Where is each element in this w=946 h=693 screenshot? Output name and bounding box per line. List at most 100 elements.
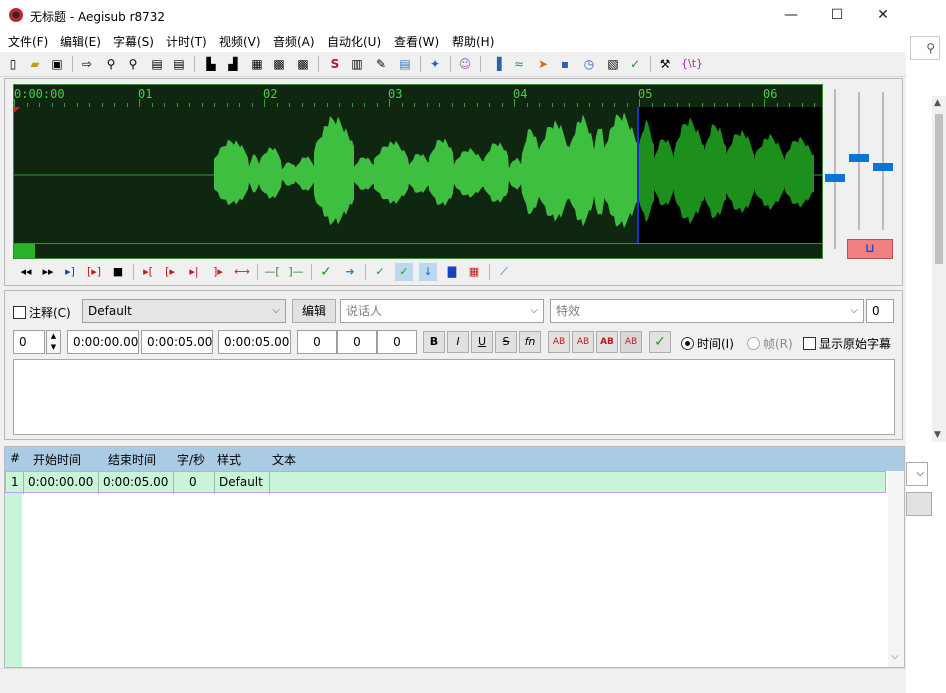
search-icon[interactable]: ⚲ bbox=[910, 36, 940, 60]
lead-in-icon[interactable]: —[ bbox=[263, 263, 281, 281]
jump-icon[interactable]: ⇨ bbox=[78, 55, 96, 73]
sort-icon[interactable]: ≈ bbox=[510, 55, 528, 73]
audio-scroll-thumb[interactable] bbox=[14, 244, 35, 258]
maximize-button[interactable]: ☐ bbox=[814, 0, 860, 30]
menu-timing[interactable]: 计时(T) bbox=[166, 33, 207, 50]
frame-radio[interactable]: 帧(R) bbox=[747, 335, 793, 352]
vertical-zoom-slider-track[interactable] bbox=[882, 92, 884, 230]
subtitle-text-input[interactable] bbox=[13, 359, 895, 435]
play-last-icon[interactable]: ▸| bbox=[185, 263, 203, 281]
actor-input[interactable]: 说话人 ⌵ bbox=[340, 299, 544, 323]
menu-file[interactable]: 文件(F) bbox=[8, 33, 48, 50]
attachments-icon[interactable]: ✎ bbox=[372, 55, 390, 73]
style-select[interactable]: Default ⌵ bbox=[82, 299, 286, 323]
shadow-color-button[interactable]: AB bbox=[620, 331, 642, 353]
comment-checkbox[interactable]: 注释(C) bbox=[13, 304, 71, 321]
effect-input[interactable]: 特效 ⌵ bbox=[550, 299, 864, 323]
scroll-thumb[interactable] bbox=[935, 114, 943, 264]
play-first-icon[interactable]: [▸ bbox=[161, 263, 179, 281]
end-time-input[interactable]: 0:00:05.00 bbox=[141, 330, 213, 354]
vertical-zoom-slider[interactable] bbox=[873, 163, 893, 171]
resample-icon[interactable]: ➤ bbox=[534, 55, 552, 73]
open-file-icon[interactable]: ▰ bbox=[26, 55, 44, 73]
dropdown-arrow-icon[interactable]: ⌵ bbox=[906, 462, 928, 486]
menu-subtitle[interactable]: 字幕(S) bbox=[113, 33, 154, 50]
start-time-input[interactable]: 0:00:00.00 bbox=[67, 330, 139, 354]
margin-vertical-input[interactable]: 0 bbox=[377, 330, 417, 354]
scroll-down-icon[interactable]: ⌵ bbox=[891, 651, 899, 662]
grid-scrollbar[interactable]: ⌵ bbox=[888, 471, 904, 667]
italic-button[interactable]: I bbox=[447, 331, 469, 353]
scroll-down-icon[interactable]: ▼ bbox=[934, 430, 941, 440]
audio-waveform[interactable]: 0:00:00 01 02 03 04 05 06 bbox=[13, 84, 823, 259]
show-original-checkbox[interactable]: 显示原始字幕 bbox=[803, 335, 891, 352]
menu-audio[interactable]: 音频(A) bbox=[273, 33, 315, 50]
outline-color-button[interactable]: AB bbox=[596, 331, 618, 353]
karaoke-split-icon[interactable]: ▦ bbox=[465, 263, 483, 281]
audio-timeline[interactable]: 0:00:00 01 02 03 04 05 06 bbox=[14, 85, 822, 108]
secondary-color-button[interactable]: AB bbox=[572, 331, 594, 353]
spectrum-icon[interactable]: ▇ bbox=[443, 263, 461, 281]
film-icon[interactable]: ▩ bbox=[270, 55, 288, 73]
zoom-slider-track[interactable] bbox=[834, 89, 836, 249]
duration-input[interactable]: 0:00:05.00 bbox=[218, 330, 291, 354]
bold-button[interactable]: B bbox=[423, 331, 445, 353]
menu-video[interactable]: 视频(V) bbox=[219, 33, 261, 50]
primary-color-button[interactable]: AB bbox=[548, 331, 570, 353]
lead-out-icon[interactable]: ]— bbox=[287, 263, 305, 281]
play-before-icon[interactable]: ▸[ bbox=[139, 263, 157, 281]
video-detach-icon[interactable]: ▤ bbox=[170, 55, 188, 73]
video-icon[interactable]: ▤ bbox=[148, 55, 166, 73]
menu-edit[interactable]: 编辑(E) bbox=[60, 33, 101, 50]
automation-icon[interactable]: ✦ bbox=[426, 55, 444, 73]
styles-icon[interactable]: S bbox=[326, 55, 344, 73]
edit-style-button[interactable]: 编辑 bbox=[292, 299, 336, 323]
new-file-icon[interactable]: ▯ bbox=[4, 55, 22, 73]
minimize-button[interactable]: — bbox=[768, 0, 814, 30]
background-button[interactable] bbox=[906, 492, 932, 516]
menu-view[interactable]: 查看(W) bbox=[394, 33, 439, 50]
font-button[interactable]: fn bbox=[519, 331, 541, 353]
go-to-icon[interactable]: ➜ bbox=[341, 263, 359, 281]
background-scrollbar[interactable]: ▲ ▼ bbox=[932, 96, 946, 442]
next-line-icon[interactable]: ▸▸ bbox=[39, 263, 57, 281]
kanji-icon[interactable]: ☺ bbox=[456, 55, 474, 73]
play-selection-icon[interactable]: ▸] bbox=[61, 263, 79, 281]
time-radio[interactable]: 时间(I) bbox=[681, 335, 734, 352]
film-strip-icon[interactable]: ▩ bbox=[294, 55, 312, 73]
zoom-in-icon[interactable]: ⚲ bbox=[102, 55, 120, 73]
commit-button[interactable]: ✓ bbox=[649, 331, 671, 353]
timing-end-icon[interactable]: ▟ bbox=[224, 55, 242, 73]
auto-next-icon[interactable]: ✓ bbox=[395, 263, 413, 281]
play-line-icon[interactable]: [▸] bbox=[85, 263, 103, 281]
properties-icon[interactable]: ▥ bbox=[348, 55, 366, 73]
play-to-end-icon[interactable]: ⟷ bbox=[233, 263, 251, 281]
table-row[interactable]: 1 0:00:00.00 0:00:05.00 0 Default bbox=[5, 471, 886, 494]
strikeout-button[interactable]: S bbox=[495, 331, 517, 353]
spellcheck-icon[interactable]: ✓ bbox=[626, 55, 644, 73]
margin-left-input[interactable]: 0 bbox=[297, 330, 337, 354]
zoom-slider[interactable] bbox=[825, 174, 845, 182]
volume-slider[interactable] bbox=[849, 154, 869, 162]
fonts-icon[interactable]: ▤ bbox=[396, 55, 414, 73]
menu-automation[interactable]: 自动化(U) bbox=[327, 33, 381, 50]
margin-right-input[interactable]: 0 bbox=[337, 330, 377, 354]
close-button[interactable]: ✕ bbox=[860, 0, 906, 30]
karaoke-button[interactable]: ⊔ bbox=[847, 239, 893, 259]
stop-icon[interactable]: ■ bbox=[109, 263, 127, 281]
underline-button[interactable]: U bbox=[471, 331, 493, 353]
loop-icon[interactable]: ▪ bbox=[556, 55, 574, 73]
layer-spin[interactable]: ▲ ▼ bbox=[46, 330, 61, 354]
options-icon[interactable]: ⚒ bbox=[656, 55, 674, 73]
prev-line-icon[interactable]: ◂◂ bbox=[17, 263, 35, 281]
link-icon[interactable]: ⟋ bbox=[495, 263, 513, 281]
commit-icon[interactable]: ✓ bbox=[317, 263, 335, 281]
auto-scroll-icon[interactable]: ↓ bbox=[419, 263, 437, 281]
save-icon[interactable]: ▣ bbox=[48, 55, 66, 73]
play-after-icon[interactable]: ]▸ bbox=[209, 263, 227, 281]
translate-icon[interactable]: ▧ bbox=[604, 55, 622, 73]
shift-times-icon[interactable]: ▐ bbox=[488, 55, 506, 73]
tags-icon[interactable]: {\t} bbox=[680, 55, 704, 73]
keyframe-icon[interactable]: ▦ bbox=[248, 55, 266, 73]
audio-scrollbar[interactable] bbox=[14, 243, 822, 258]
